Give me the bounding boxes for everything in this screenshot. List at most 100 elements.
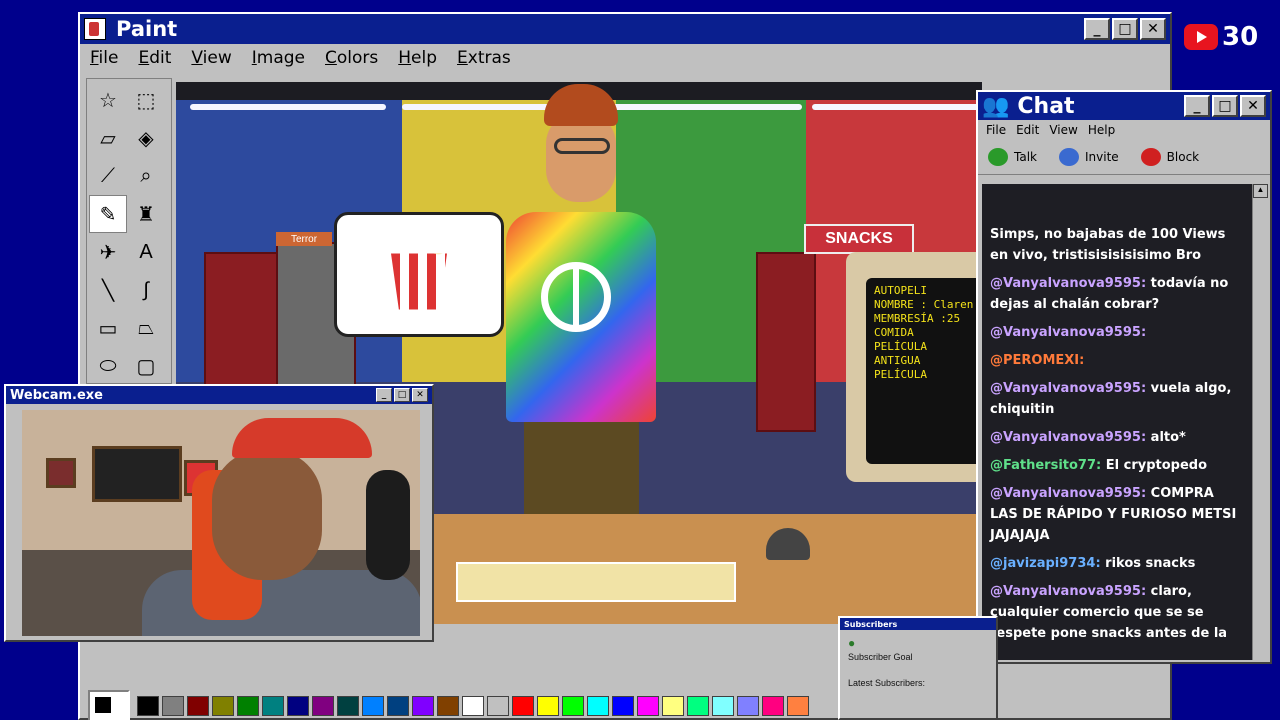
menu-extras[interactable]: Extras (457, 48, 511, 68)
menu-colors[interactable]: Colors (325, 48, 378, 68)
palette-swatch[interactable] (662, 696, 684, 716)
rounded-rect-icon[interactable]: ▢ (127, 347, 165, 385)
chat-text: El cryptopedo (1105, 458, 1208, 473)
close-button[interactable]: ✕ (1240, 95, 1266, 117)
palette-swatch[interactable] (537, 696, 559, 716)
streamer (212, 450, 322, 580)
palette-swatch[interactable] (237, 696, 259, 716)
brush-icon[interactable]: ♜ (127, 195, 165, 233)
menu-image[interactable]: Image (252, 48, 305, 68)
chat-message: @Vanyalvanova9595: todavía no dejas al c… (990, 273, 1246, 315)
palette-swatch[interactable] (612, 696, 634, 716)
palette-swatch[interactable] (212, 696, 234, 716)
microphone-icon (366, 470, 410, 580)
palette-swatch[interactable] (287, 696, 309, 716)
palette-swatch[interactable] (512, 696, 534, 716)
tray (456, 562, 736, 602)
palette-swatch[interactable] (187, 696, 209, 716)
airbrush-icon[interactable]: ✈ (89, 233, 127, 271)
palette-swatch[interactable] (737, 696, 759, 716)
webcam-titlebar[interactable]: Webcam.exe _ □ ✕ (6, 386, 432, 404)
maximize-button[interactable]: □ (1112, 18, 1138, 40)
youtube-icon (1184, 24, 1218, 50)
chat-username: @PEROMEXI: (990, 353, 1085, 368)
chat-message: @Vanyalvanova9595: COMPRA LAS DE RÁPIDO … (990, 483, 1246, 546)
chat-username: @javizapi9734: (990, 556, 1101, 571)
chat-log[interactable]: Simps, no bajabas de 100 Views en vivo, … (982, 184, 1252, 660)
menu-edit[interactable]: Edit (138, 48, 171, 68)
eraser-icon[interactable]: ▱ (89, 119, 127, 157)
menu-help[interactable]: Help (398, 48, 437, 68)
latest-subscribers-label: Latest Subscribers: (848, 678, 926, 688)
speech-bubble (334, 212, 504, 337)
chat-menu-help[interactable]: Help (1088, 123, 1115, 137)
chat-message: Simps, no bajabas de 100 Views en vivo, … (990, 224, 1246, 266)
chat-message: @Vanyalvanova9595: vuela algo, chiquitin (990, 378, 1246, 420)
rect-select-icon[interactable]: ⬚ (127, 81, 165, 119)
palette-swatch[interactable] (487, 696, 509, 716)
palette-swatch[interactable] (412, 696, 434, 716)
chat-menu-edit[interactable]: Edit (1016, 123, 1039, 137)
color-picker-icon[interactable]: ⟋ (89, 157, 127, 195)
webcam-window: Webcam.exe _ □ ✕ (4, 384, 434, 642)
monitor-screen: AUTOPELI NOMBRE : Claren MEMBRESÍA :25 C… (866, 278, 982, 464)
palette-swatch[interactable] (137, 696, 159, 716)
chat-titlebar[interactable]: 👥 Chat _ □ ✕ (978, 92, 1270, 120)
maximize-button[interactable]: □ (394, 388, 410, 402)
palette-swatch[interactable] (687, 696, 709, 716)
palette-swatch[interactable] (262, 696, 284, 716)
chat-message: @PEROMEXI: (990, 350, 1246, 371)
chat-title: Chat (1017, 93, 1075, 119)
line-icon[interactable]: ╲ (89, 271, 127, 309)
chat-menu-file[interactable]: File (986, 123, 1006, 137)
fill-icon[interactable]: ◈ (127, 119, 165, 157)
curve-icon[interactable]: ∫ (127, 271, 165, 309)
talk-button[interactable]: Talk (988, 148, 1037, 166)
subscribers-titlebar[interactable]: Subscribers (840, 618, 996, 630)
minimize-button[interactable]: _ (376, 388, 392, 402)
chat-menubar: File Edit View Help (978, 120, 1270, 140)
chat-username: @Fathersito77: (990, 458, 1102, 473)
palette-swatch[interactable] (712, 696, 734, 716)
palette-swatch[interactable] (587, 696, 609, 716)
palette-swatch[interactable] (387, 696, 409, 716)
chat-menu-view[interactable]: View (1049, 123, 1077, 137)
minimize-button[interactable]: _ (1084, 18, 1110, 40)
magnifier-icon[interactable]: ⌕ (127, 157, 165, 195)
chat-text: rikos snacks (1105, 556, 1196, 571)
menu-view[interactable]: View (191, 48, 231, 68)
text-icon[interactable]: A (127, 233, 165, 271)
close-button[interactable]: ✕ (1140, 18, 1166, 40)
scroll-up-icon[interactable]: ▲ (1253, 184, 1268, 198)
menu-file[interactable]: File (90, 48, 118, 68)
paint-titlebar[interactable]: Paint _ □ ✕ (80, 14, 1170, 44)
webcam-title: Webcam.exe (10, 387, 103, 403)
palette-swatch[interactable] (362, 696, 384, 716)
palette-swatch[interactable] (162, 696, 184, 716)
pencil-icon[interactable]: ✎ (89, 195, 127, 233)
ellipse-icon[interactable]: ⬭ (89, 347, 127, 385)
chat-username: @Vanyalvanova9595: (990, 584, 1147, 599)
chat-text: Simps, no bajabas de 100 Views en vivo, … (990, 227, 1226, 263)
chat-username: @Vanyalvanova9595: (990, 381, 1147, 396)
palette-swatch[interactable] (462, 696, 484, 716)
invite-button[interactable]: Invite (1058, 148, 1119, 166)
maximize-button[interactable]: □ (1212, 95, 1238, 117)
palette-swatch[interactable] (637, 696, 659, 716)
block-button[interactable]: Block (1140, 148, 1199, 166)
close-button[interactable]: ✕ (412, 388, 428, 402)
polygon-icon[interactable]: ⏢ (127, 309, 165, 347)
free-select-icon[interactable]: ☆ (89, 81, 127, 119)
palette-swatch[interactable] (762, 696, 784, 716)
palette-swatch[interactable] (337, 696, 359, 716)
minimize-button[interactable]: _ (1184, 95, 1210, 117)
palette-swatch[interactable] (437, 696, 459, 716)
rectangle-icon[interactable]: ▭ (89, 309, 127, 347)
palette-swatch[interactable] (312, 696, 334, 716)
palette-swatch[interactable] (787, 696, 809, 716)
chat-scrollbar[interactable]: ▲ (1252, 184, 1268, 660)
peace-icon (541, 262, 611, 332)
palette-swatch[interactable] (562, 696, 584, 716)
subscribers-window: Subscribers ● Subscriber Goal Latest Sub… (838, 616, 998, 720)
globe-icon: ● (848, 636, 856, 650)
